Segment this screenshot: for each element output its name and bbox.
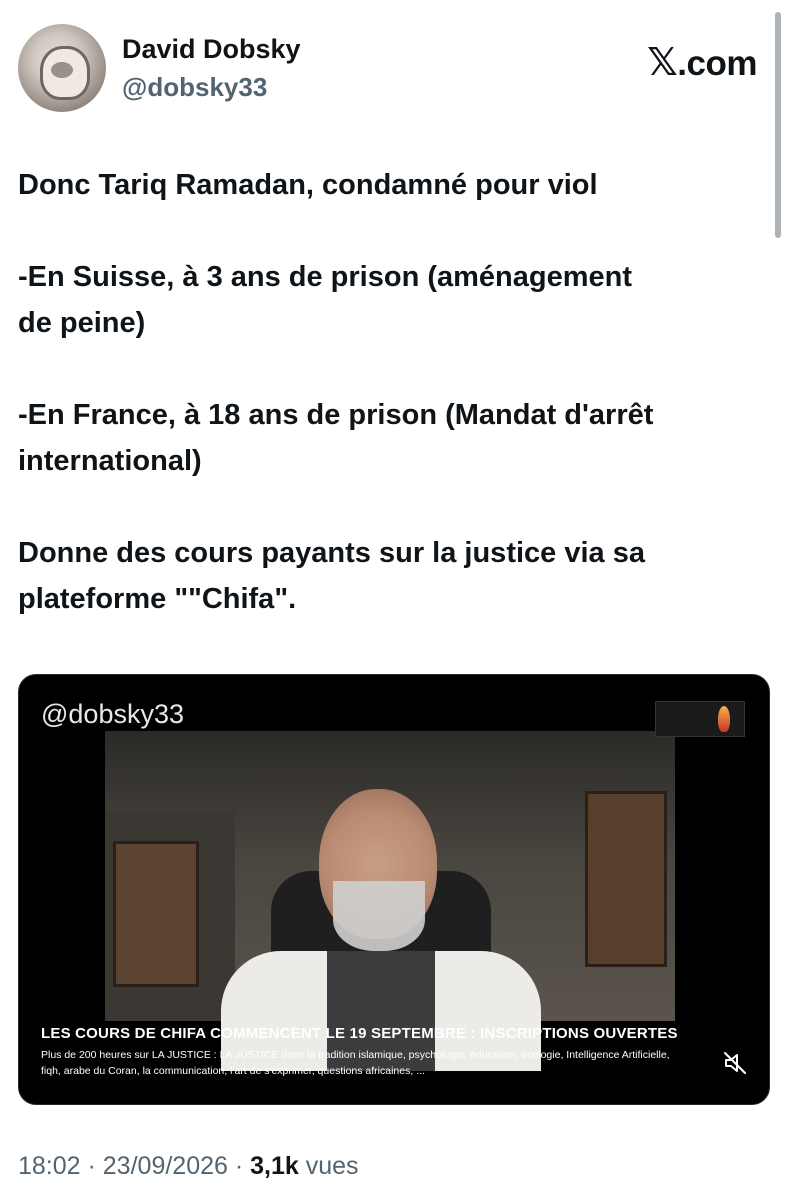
video-inset-thumbnail: [655, 701, 745, 737]
tweet-date[interactable]: 23/09/2026: [103, 1152, 228, 1180]
tweet-header: David Dobsky @dobsky33 𝕏.com: [18, 24, 757, 114]
tweet-time[interactable]: 18:02: [18, 1152, 81, 1180]
video-caption-title: LES COURS DE CHIFA COMMENCENT LE 19 SEPT…: [41, 1025, 678, 1042]
tweet-meta: 18:02 · 23/09/2026 · 3,1k vues: [18, 1152, 359, 1181]
video-caption-line: fiqh, arabe du Coran, la communication, …: [41, 1065, 425, 1077]
video-caption-line: Plus de 200 heures sur LA JUSTICE : LA J…: [41, 1049, 670, 1061]
page-scrollbar[interactable]: [775, 12, 781, 238]
author-name[interactable]: David Dobsky: [122, 34, 301, 65]
x-icon: 𝕏: [647, 40, 678, 84]
tweet-line: Donc Tariq Ramadan, condamné pour viol: [18, 169, 598, 201]
tweet-line: international): [18, 445, 202, 477]
flame-logo-icon: [718, 706, 730, 732]
avatar-detail: [51, 62, 73, 78]
tweet-line: plateforme ""Chifa".: [18, 583, 297, 615]
tweet-text: Donc Tariq Ramadan, condamné pour viol -…: [18, 162, 774, 622]
views-count: 3,1k: [250, 1152, 299, 1180]
video-player[interactable]: @dobsky33 LES COURS DE CHIFA COMMENCENT …: [18, 674, 770, 1105]
tweet-line: de peine): [18, 307, 146, 339]
views-label: vues: [298, 1152, 359, 1180]
video-frame[interactable]: [105, 731, 675, 1071]
tweet-line: -En France, à 18 ans de prison (Mandat d…: [18, 399, 654, 431]
tweet-line: -En Suisse, à 3 ans de prison (aménageme…: [18, 261, 633, 293]
author-handle[interactable]: @dobsky33: [122, 72, 267, 103]
video-painting-left: [113, 841, 199, 987]
site-label: .com: [677, 44, 757, 83]
meta-separator: ·: [80, 1152, 103, 1180]
video-watermark: @dobsky33: [41, 699, 184, 729]
video-person-beard: [333, 881, 425, 951]
avatar[interactable]: [18, 24, 106, 112]
meta-separator: ·: [227, 1152, 251, 1180]
video-painting-right: [585, 791, 667, 967]
x-logo: 𝕏.com: [647, 40, 757, 84]
tweet-line: Donne des cours payants sur la justice v…: [18, 537, 645, 569]
speaker-muted-icon[interactable]: [721, 1049, 749, 1077]
